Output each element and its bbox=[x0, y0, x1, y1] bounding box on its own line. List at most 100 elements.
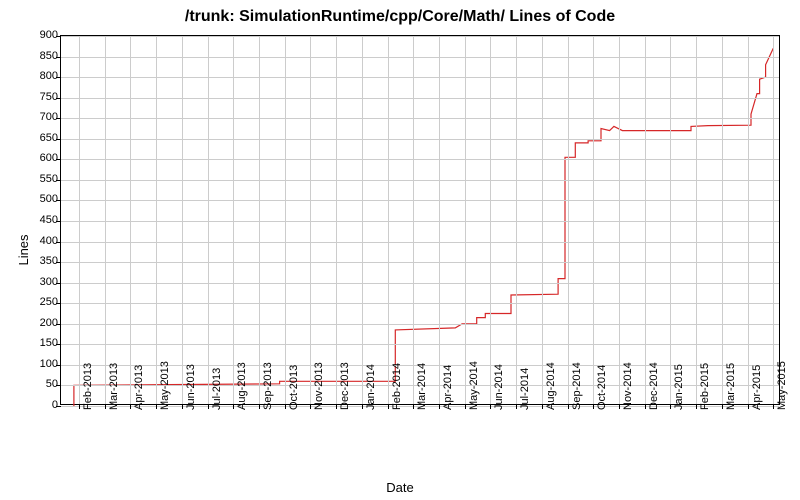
tick-mark-x bbox=[336, 404, 337, 409]
x-tick-label: Feb-2015 bbox=[699, 363, 711, 410]
tick-mark-x bbox=[670, 404, 671, 409]
tick-mark-x bbox=[516, 404, 517, 409]
y-tick-label: 400 bbox=[40, 235, 58, 247]
gridline-v bbox=[439, 36, 440, 404]
y-tick-label: 100 bbox=[40, 358, 58, 370]
tick-mark-x bbox=[208, 404, 209, 409]
tick-mark-x bbox=[130, 404, 131, 409]
gridline-v bbox=[490, 36, 491, 404]
gridline-v bbox=[259, 36, 260, 404]
x-tick-label: Sep-2013 bbox=[262, 362, 274, 410]
tick-mark-x bbox=[490, 404, 491, 409]
tick-mark-x bbox=[773, 404, 774, 409]
y-tick-label: 350 bbox=[40, 255, 58, 267]
y-tick-label: 200 bbox=[40, 317, 58, 329]
y-tick-label: 750 bbox=[40, 91, 58, 103]
tick-mark-x bbox=[645, 404, 646, 409]
gridline-v bbox=[465, 36, 466, 404]
tick-mark-x bbox=[259, 404, 260, 409]
gridline-v bbox=[748, 36, 749, 404]
gridline-v bbox=[182, 36, 183, 404]
gridline-v bbox=[336, 36, 337, 404]
y-tick-label: 50 bbox=[46, 378, 58, 390]
gridline-v bbox=[593, 36, 594, 404]
tick-mark-x bbox=[310, 404, 311, 409]
tick-mark-x bbox=[182, 404, 183, 409]
plot-area bbox=[60, 35, 780, 405]
x-tick-label: Jun-2014 bbox=[493, 364, 505, 410]
tick-mark-x bbox=[619, 404, 620, 409]
x-tick-label: Mar-2013 bbox=[108, 363, 120, 410]
gridline-v bbox=[645, 36, 646, 404]
x-tick-label: Aug-2013 bbox=[236, 362, 248, 410]
x-tick-label: Apr-2015 bbox=[751, 365, 763, 410]
tick-mark-x bbox=[593, 404, 594, 409]
gridline-v bbox=[208, 36, 209, 404]
gridline-v bbox=[670, 36, 671, 404]
chart-container: /trunk: SimulationRuntime/cpp/Core/Math/… bbox=[0, 0, 800, 500]
x-axis-label: Date bbox=[386, 480, 413, 495]
x-tick-label: Nov-2014 bbox=[622, 362, 634, 410]
tick-mark-x bbox=[413, 404, 414, 409]
x-tick-label: Mar-2015 bbox=[725, 363, 737, 410]
tick-mark-x bbox=[79, 404, 80, 409]
gridline-v bbox=[105, 36, 106, 404]
gridline-v bbox=[542, 36, 543, 404]
gridline-v bbox=[696, 36, 697, 404]
x-tick-label: Mar-2014 bbox=[416, 363, 428, 410]
x-tick-label: Apr-2014 bbox=[442, 365, 454, 410]
gridline-v bbox=[388, 36, 389, 404]
x-tick-label: Jan-2014 bbox=[365, 364, 377, 410]
tick-mark-x bbox=[105, 404, 106, 409]
x-tick-label: May-2014 bbox=[468, 361, 480, 410]
x-tick-label: Jan-2015 bbox=[673, 364, 685, 410]
x-tick-label: May-2015 bbox=[776, 361, 788, 410]
x-tick-label: Jul-2013 bbox=[211, 368, 223, 410]
x-tick-label: Nov-2013 bbox=[313, 362, 325, 410]
gridline-v bbox=[233, 36, 234, 404]
tick-mark-x bbox=[542, 404, 543, 409]
tick-mark-x bbox=[722, 404, 723, 409]
x-tick-label: Apr-2013 bbox=[133, 365, 145, 410]
y-tick-label: 850 bbox=[40, 50, 58, 62]
y-tick-label: 0 bbox=[52, 399, 58, 411]
tick-mark-x bbox=[439, 404, 440, 409]
tick-mark-x bbox=[362, 404, 363, 409]
tick-mark-x bbox=[233, 404, 234, 409]
x-tick-label: Aug-2014 bbox=[545, 362, 557, 410]
y-axis-label: Lines bbox=[16, 234, 31, 265]
gridline-v bbox=[773, 36, 774, 404]
y-tick-label: 700 bbox=[40, 111, 58, 123]
x-tick-label: Dec-2013 bbox=[339, 362, 351, 410]
gridline-v bbox=[130, 36, 131, 404]
gridline-v bbox=[310, 36, 311, 404]
x-tick-label: Feb-2014 bbox=[391, 363, 403, 410]
x-tick-label: Oct-2013 bbox=[288, 365, 300, 410]
y-tick-label: 150 bbox=[40, 337, 58, 349]
x-tick-label: Oct-2014 bbox=[596, 365, 608, 410]
y-tick-label: 550 bbox=[40, 173, 58, 185]
x-tick-label: Feb-2013 bbox=[82, 363, 94, 410]
y-tick-label: 450 bbox=[40, 214, 58, 226]
y-tick-label: 650 bbox=[40, 132, 58, 144]
tick-mark-x bbox=[156, 404, 157, 409]
tick-mark-x bbox=[696, 404, 697, 409]
x-tick-label: Sep-2014 bbox=[571, 362, 583, 410]
tick-mark-x bbox=[748, 404, 749, 409]
gridline-v bbox=[722, 36, 723, 404]
x-tick-label: Dec-2014 bbox=[648, 362, 660, 410]
y-tick-label: 600 bbox=[40, 152, 58, 164]
gridline-v bbox=[285, 36, 286, 404]
chart-title: /trunk: SimulationRuntime/cpp/Core/Math/… bbox=[0, 8, 800, 26]
x-tick-label: Jul-2014 bbox=[519, 368, 531, 410]
x-tick-label: May-2013 bbox=[159, 361, 171, 410]
x-tick-label: Jun-2013 bbox=[185, 364, 197, 410]
gridline-v bbox=[362, 36, 363, 404]
tick-mark-x bbox=[568, 404, 569, 409]
tick-mark-x bbox=[285, 404, 286, 409]
gridline-v bbox=[156, 36, 157, 404]
gridline-v bbox=[516, 36, 517, 404]
tick-mark-x bbox=[465, 404, 466, 409]
gridline-v bbox=[619, 36, 620, 404]
tick-mark-x bbox=[388, 404, 389, 409]
